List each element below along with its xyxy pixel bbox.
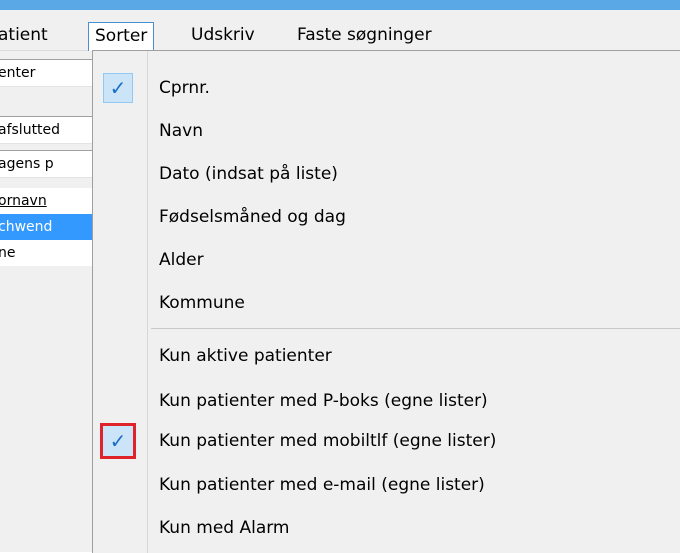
menu-item-label: Navn — [159, 121, 203, 141]
menu-item-navn[interactable]: Navn — [93, 110, 680, 152]
sort-dropdown-menu: ✓ Cprnr. Navn Dato (indsat på liste) Fød… — [92, 50, 680, 553]
menu-item-label: Alder — [159, 250, 204, 270]
menu-item-label: Kun patienter med P-boks (egne lister) — [159, 391, 488, 411]
menu-faste-sogninger[interactable]: Faste søgninger — [297, 20, 432, 50]
menu-item-label: Cprnr. — [159, 78, 210, 98]
left-field-2[interactable]: afslutted — [0, 116, 92, 144]
menu-item-label: Dato (indsat på liste) — [159, 164, 338, 184]
checkmark-box-highlighted: ✓ — [100, 423, 136, 459]
checkmark-icon: ✓ — [109, 429, 127, 453]
menu-bar: atient Sorter Udskriv Faste søgninger — [0, 10, 680, 51]
title-bar-strip — [0, 0, 680, 10]
menu-item-label: Kun aktive patienter — [159, 346, 332, 366]
menu-item-kun-alarm[interactable]: Kun med Alarm — [93, 507, 680, 549]
menu-item-kun-p-boks[interactable]: Kun patienter med P-boks (egne lister) — [93, 380, 680, 422]
table-row[interactable]: ne — [0, 240, 92, 266]
column-header-fornavn[interactable]: ornavn — [0, 188, 92, 214]
menu-item-label: Kun patienter med e-mail (egne lister) — [159, 475, 485, 495]
menu-item-label: Kun patienter med mobiltlf (egne lister) — [159, 431, 497, 451]
menu-item-dato[interactable]: Dato (indsat på liste) — [93, 153, 680, 195]
table-row-selected[interactable]: chwend — [0, 214, 92, 240]
left-field-1[interactable]: enter — [0, 59, 92, 87]
checkmark-box: ✓ — [103, 73, 133, 103]
checkmark-icon: ✓ — [109, 76, 127, 100]
menu-item-kun-aktive[interactable]: Kun aktive patienter — [93, 335, 680, 377]
menu-item-kun-mobiltlf[interactable]: ✓ Kun patienter med mobiltlf (egne liste… — [93, 420, 680, 462]
menu-sorter[interactable]: Sorter — [88, 22, 155, 51]
menu-item-label: Kommune — [159, 293, 245, 313]
menu-item-kommune[interactable]: Kommune — [93, 282, 680, 324]
left-field-3[interactable]: agens p — [0, 150, 92, 178]
menu-udskriv[interactable]: Udskriv — [191, 20, 255, 50]
menu-item-kun-email[interactable]: Kun patienter med e-mail (egne lister) — [93, 464, 680, 506]
menu-item-alder[interactable]: Alder — [93, 239, 680, 281]
menu-item-cprnr[interactable]: ✓ Cprnr. — [93, 67, 680, 109]
menu-item-fodselsmaned[interactable]: Fødselsmåned og dag — [93, 196, 680, 238]
menu-separator — [151, 328, 680, 329]
menu-patient[interactable]: atient — [0, 20, 48, 50]
menu-item-label: Kun med Alarm — [159, 518, 290, 538]
left-panel: enter afslutted agens p ornavn chwend ne — [0, 51, 92, 552]
menu-item-label: Fødselsmåned og dag — [159, 207, 346, 227]
